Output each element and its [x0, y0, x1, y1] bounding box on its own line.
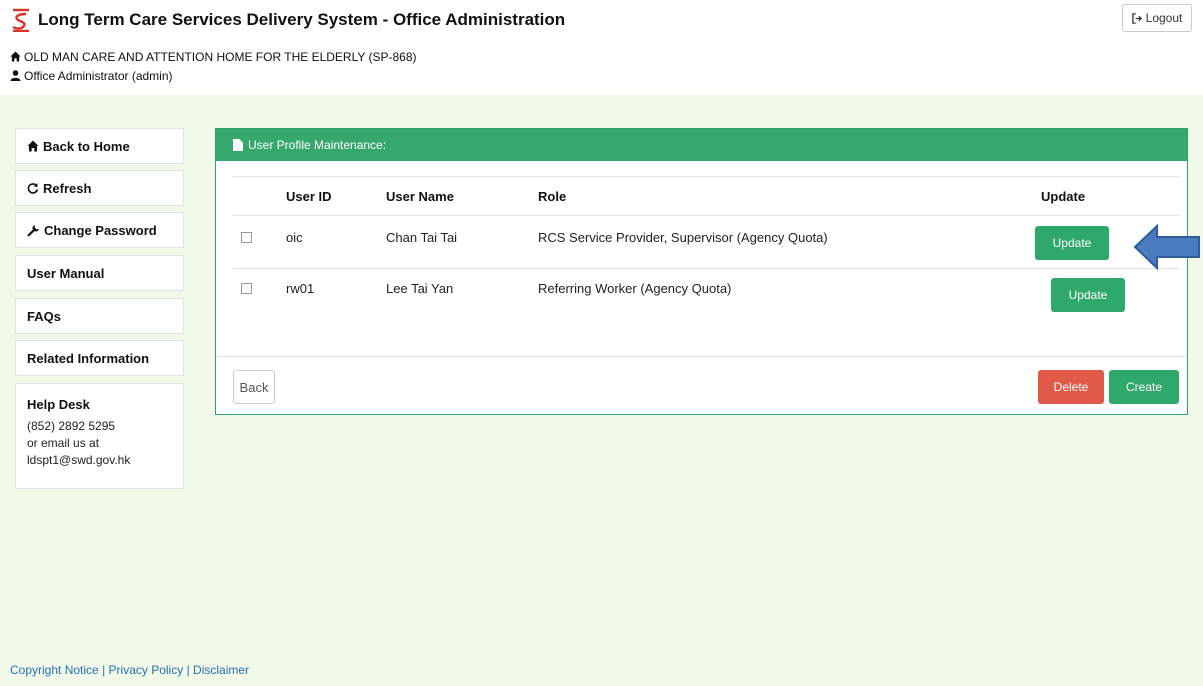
cell-user-name: Chan Tai Tai	[386, 230, 458, 245]
create-button[interactable]: Create	[1109, 370, 1179, 404]
sidebar-item-label: Change Password	[44, 222, 157, 238]
user-name: Office Administrator (admin)	[24, 69, 173, 83]
panel-footer-divider	[216, 356, 1187, 357]
sidebar-item-label: Back to Home	[43, 138, 130, 154]
help-desk-box: Help Desk (852) 2892 5295 or email us at…	[15, 383, 184, 489]
page-header: Long Term Care Services Delivery System …	[0, 0, 1203, 95]
help-desk-email-prefix: or email us at	[27, 436, 100, 450]
app-title: Long Term Care Services Delivery System …	[38, 10, 566, 29]
help-desk-phone: (852) 2892 5295	[27, 419, 116, 433]
sidebar-item-change-password[interactable]: Change Password	[15, 212, 184, 248]
sidebar-item-faqs[interactable]: FAQs	[15, 298, 184, 334]
user-line: Office Administrator (admin)	[10, 69, 173, 83]
home-icon	[27, 140, 39, 152]
sidebar-item-label: Refresh	[43, 180, 92, 196]
panel-title: User Profile Maintenance:	[248, 138, 387, 152]
footer-link-disclaimer[interactable]: Disclaimer	[193, 663, 249, 677]
update-button-label: Update	[1068, 288, 1108, 302]
update-button[interactable]: Update	[1035, 226, 1109, 260]
footer-separator: |	[186, 663, 190, 677]
column-header-user-name: User Name	[386, 189, 454, 204]
organization-line: OLD MAN CARE AND ATTENTION HOME FOR THE …	[10, 50, 417, 64]
update-button-label: Update	[1052, 236, 1092, 250]
footer-separator: |	[102, 663, 106, 677]
cell-user-id: oic	[286, 230, 303, 245]
user-profile-panel: User Profile Maintenance: User ID User N…	[215, 128, 1188, 415]
create-button-label: Create	[1125, 380, 1163, 394]
wrench-icon	[27, 224, 39, 237]
cell-role: RCS Service Provider, Supervisor (Agency…	[538, 230, 828, 245]
logout-button[interactable]: Logout	[1122, 4, 1192, 32]
cell-role: Referring Worker (Agency Quota)	[538, 281, 732, 296]
row-select-checkbox[interactable]	[241, 232, 252, 243]
delete-button[interactable]: Delete	[1038, 370, 1104, 404]
arrow-left-icon	[1133, 223, 1200, 271]
sidebar-item-label: FAQs	[27, 308, 61, 324]
column-header-update: Update	[1041, 189, 1086, 204]
footer-links: Copyright Notice | Privacy Policy | Disc…	[10, 663, 249, 677]
sidebar-item-refresh[interactable]: Refresh	[15, 170, 184, 206]
logout-label: Logout	[1145, 11, 1183, 25]
back-button[interactable]: Back	[233, 370, 275, 404]
refresh-icon	[27, 183, 39, 194]
user-icon	[10, 70, 21, 81]
footer-link-copyright[interactable]: Copyright Notice	[10, 663, 99, 677]
row-divider	[233, 268, 1180, 269]
back-button-label: Back	[239, 379, 269, 395]
swd-logo-icon	[12, 8, 29, 32]
sidebar-item-related-information[interactable]: Related Information	[15, 340, 184, 376]
update-button[interactable]: Update	[1051, 278, 1125, 312]
cell-user-id: rw01	[286, 281, 315, 296]
table-header-divider	[233, 215, 1180, 216]
sidebar-item-label: Related Information	[27, 350, 150, 366]
sidebar-item-label: User Manual	[27, 265, 105, 281]
home-icon	[10, 51, 21, 62]
delete-button-label: Delete	[1053, 380, 1089, 394]
footer-link-privacy[interactable]: Privacy Policy	[109, 663, 184, 677]
logout-icon	[1131, 12, 1142, 24]
table-top-divider	[233, 176, 1180, 177]
column-header-role: Role	[538, 189, 567, 204]
panel-header: User Profile Maintenance:	[216, 129, 1187, 161]
help-desk-title: Help Desk	[27, 397, 90, 412]
help-desk-email[interactable]: ldspt1@swd.gov.hk	[27, 452, 183, 469]
sidebar-item-user-manual[interactable]: User Manual	[15, 255, 184, 291]
cell-user-name: Lee Tai Yan	[386, 281, 454, 296]
sidebar-item-back-to-home[interactable]: Back to Home	[15, 128, 184, 164]
document-icon	[233, 139, 243, 151]
row-select-checkbox[interactable]	[241, 283, 252, 294]
organization-name: OLD MAN CARE AND ATTENTION HOME FOR THE …	[24, 50, 417, 64]
column-header-user-id: User ID	[286, 189, 332, 204]
